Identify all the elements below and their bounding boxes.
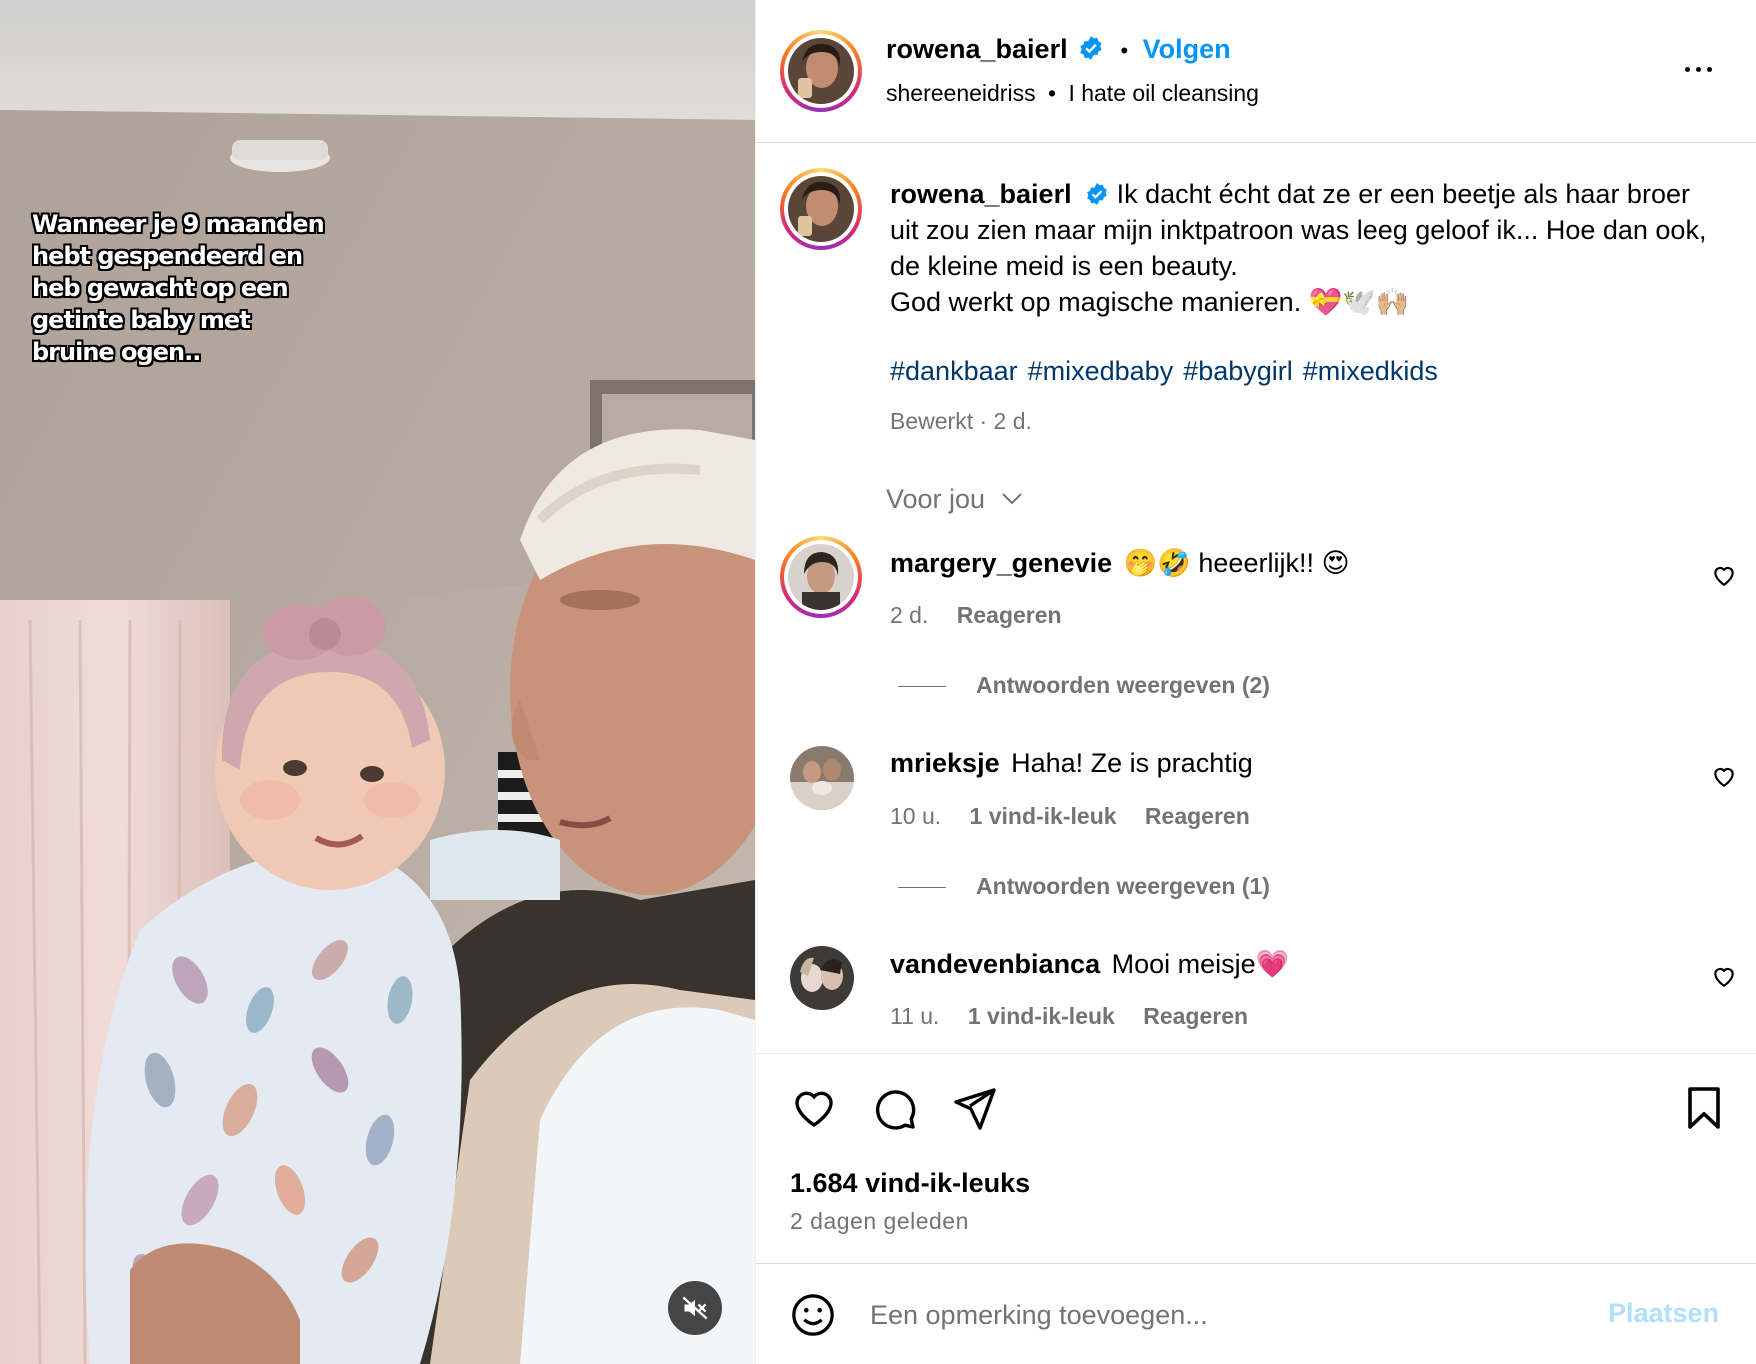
post-media-video[interactable]: Wanneer je 9 maanden hebt gespendeerd en… xyxy=(0,0,755,1364)
comment-sort-label: Voor jou xyxy=(886,484,986,514)
caption-meta: Bewerkt · 2 d. xyxy=(890,408,1032,434)
author-photo-icon xyxy=(788,176,854,242)
caption-username[interactable]: rowena_baierl xyxy=(890,179,1072,209)
emoji-picker-icon[interactable] xyxy=(790,1292,836,1338)
author-username[interactable]: rowena_baierl xyxy=(886,34,1068,64)
comment-item: vandevenbianca Mooi meisje💗 xyxy=(890,948,1289,980)
author-avatar[interactable] xyxy=(780,30,862,112)
comment-username[interactable]: mrieksje xyxy=(890,748,1000,778)
video-overlay-caption: Wanneer je 9 maanden hebt gespendeerd en… xyxy=(32,210,325,366)
comment-body: Mooi meisje💗 xyxy=(1111,949,1290,979)
speaker-muted-icon xyxy=(682,1296,708,1320)
video-frame-image xyxy=(0,0,755,1364)
comment-avatar[interactable] xyxy=(780,536,862,618)
comment-time: 2 d. xyxy=(890,602,929,628)
comment-item: margery_genevie 🤭🤣 heeerlijk!! 😍 xyxy=(890,547,1350,579)
caption-author-avatar[interactable] xyxy=(780,168,862,250)
post-comment-button[interactable]: Plaatsen xyxy=(1608,1298,1719,1329)
comment-avatar[interactable] xyxy=(790,946,854,1010)
verified-badge-icon xyxy=(1087,183,1107,205)
post-timestamp[interactable]: 2 dagen geleden xyxy=(790,1208,969,1235)
share-send-icon[interactable] xyxy=(950,1084,998,1132)
hashtag-link[interactable]: #mixedkids xyxy=(1303,356,1438,386)
verified-badge-icon xyxy=(1080,36,1102,60)
save-bookmark-icon[interactable] xyxy=(1680,1084,1728,1132)
follow-button[interactable]: Volgen xyxy=(1143,34,1231,64)
comment-meta: 11 u. 1 vind-ik-leuk Reageren xyxy=(890,1003,1248,1030)
comment-body: Haha! Ze is prachtig xyxy=(1011,748,1253,778)
comment-composer: Plaatsen xyxy=(756,1263,1756,1364)
audio-title[interactable]: I hate oil cleansing xyxy=(1068,80,1259,106)
hashtag-link[interactable]: #mixedbaby xyxy=(1028,356,1174,386)
chevron-down-icon xyxy=(1001,493,1022,505)
comment-username[interactable]: vandevenbianca xyxy=(890,949,1100,979)
comment-bubble-icon[interactable] xyxy=(870,1084,918,1132)
comment-avatar[interactable] xyxy=(790,746,854,810)
reply-button[interactable]: Reageren xyxy=(957,602,1062,628)
mute-toggle-button[interactable] xyxy=(668,1281,722,1335)
comment-like-heart-icon[interactable] xyxy=(1711,963,1737,989)
comment-like-heart-icon[interactable] xyxy=(1711,562,1737,588)
header-separator: • xyxy=(1120,38,1129,63)
comment-body: 🤭🤣 heeerlijk!! 😍 xyxy=(1123,548,1350,578)
commenter-photo-icon xyxy=(790,946,854,1010)
commenter-photo-icon xyxy=(788,544,854,610)
audio-info[interactable]: shereeneidriss • I hate oil cleansing xyxy=(886,80,1259,107)
caption-hashtags: #dankbaar #mixedbaby #babygirl #mixedkids xyxy=(890,356,1448,387)
post-likes-count[interactable]: 1.684 vind-ik-leuks xyxy=(790,1168,1030,1199)
reply-button[interactable]: Reageren xyxy=(1143,1003,1248,1029)
caption-line2: God werkt op magische manieren. 💝🕊️🙌🏼 xyxy=(890,287,1410,317)
view-replies-label: Antwoorden weergeven (1) xyxy=(976,873,1270,899)
comment-username[interactable]: margery_genevie xyxy=(890,548,1112,578)
like-heart-icon[interactable] xyxy=(790,1084,838,1132)
view-replies-label: Antwoorden weergeven (2) xyxy=(976,672,1270,698)
post-caption: rowena_baierl Ik dacht écht dat ze er ee… xyxy=(890,176,1710,320)
comment-input[interactable] xyxy=(868,1292,1572,1338)
comment-likes-count[interactable]: 1 vind-ik-leuk xyxy=(970,803,1117,829)
comment-meta: 2 d. Reageren xyxy=(890,602,1062,629)
view-replies-button[interactable]: Antwoorden weergeven (1) xyxy=(898,873,1270,900)
post-details-panel: rowena_baierl • Volgen shereeneidriss • … xyxy=(755,0,1756,1364)
comment-meta: 10 u. 1 vind-ik-leuk Reageren xyxy=(890,803,1250,830)
comment-time: 11 u. xyxy=(890,1003,940,1029)
view-replies-button[interactable]: Antwoorden weergeven (2) xyxy=(898,672,1270,699)
comment-sort-dropdown[interactable]: Voor jou xyxy=(886,484,1023,515)
reply-button[interactable]: Reageren xyxy=(1145,803,1250,829)
more-options-icon xyxy=(1684,66,1690,72)
comment-item: mrieksje Haha! Ze is prachtig xyxy=(890,748,1253,779)
hashtag-link[interactable]: #babygirl xyxy=(1183,356,1293,386)
more-options-button[interactable] xyxy=(1678,54,1718,84)
audio-artist[interactable]: shereeneidriss xyxy=(886,80,1036,106)
comment-time: 10 u. xyxy=(890,803,942,829)
audio-separator: • xyxy=(1047,80,1057,106)
comment-like-heart-icon[interactable] xyxy=(1711,763,1737,789)
post-header: rowena_baierl • Volgen shereeneidriss • … xyxy=(756,0,1756,143)
author-photo-icon xyxy=(788,38,854,104)
commenter-photo-icon xyxy=(790,746,854,810)
comment-likes-count[interactable]: 1 vind-ik-leuk xyxy=(968,1003,1115,1029)
hashtag-link[interactable]: #dankbaar xyxy=(890,356,1018,386)
post-actions-bar: 1.684 vind-ik-leuks 2 dagen geleden xyxy=(756,1053,1756,1263)
